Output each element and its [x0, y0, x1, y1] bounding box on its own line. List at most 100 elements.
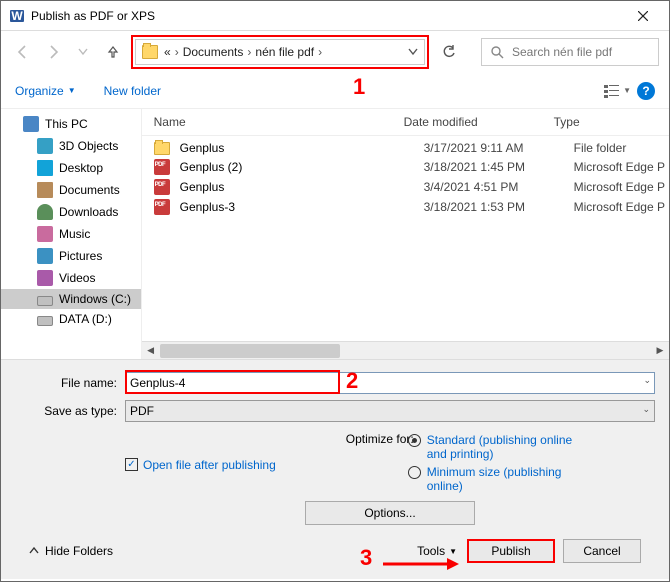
options-button[interactable]: Options... — [305, 501, 475, 525]
tree-label: Documents — [59, 183, 120, 197]
file-date: 3/17/2021 9:11 AM — [424, 141, 574, 155]
nav-tree[interactable]: This PC 3D Objects Desktop Documents Dow… — [1, 109, 142, 359]
title-bar: W Publish as PDF or XPS — [1, 1, 669, 31]
tree-item-desktop[interactable]: Desktop — [1, 157, 141, 179]
optimize-label: Optimize for: — [346, 432, 414, 446]
file-name: Genplus-3 — [180, 200, 424, 214]
col-date[interactable]: Date modified — [404, 115, 554, 129]
tree-item-d-drive[interactable]: DATA (D:) — [1, 309, 141, 329]
organize-label: Organize — [15, 84, 64, 98]
address-dropdown-icon[interactable] — [408, 45, 418, 59]
publish-button[interactable]: Publish — [467, 539, 555, 563]
file-list-area: Name Date modified Type Genplus3/17/2021… — [142, 109, 669, 359]
organize-button[interactable]: Organize ▼ — [15, 84, 76, 98]
file-row[interactable]: Genplus3/4/2021 4:51 PMMicrosoft Edge P — [142, 177, 669, 197]
dropdown-triangle-icon: ▼ — [449, 547, 457, 556]
tree-label: Downloads — [59, 205, 118, 219]
cancel-button[interactable]: Cancel — [563, 539, 641, 563]
refresh-button[interactable] — [435, 45, 463, 59]
downloads-icon — [37, 204, 53, 220]
hide-folders-label: Hide Folders — [45, 544, 113, 558]
tree-item-music[interactable]: Music — [1, 223, 141, 245]
hide-folders-button[interactable]: Hide Folders — [29, 544, 113, 558]
file-name: Genplus — [180, 180, 424, 194]
search-box[interactable]: Search nén file pdf — [481, 38, 659, 66]
col-name[interactable]: Name — [154, 115, 404, 129]
publish-label: Publish — [491, 544, 530, 558]
column-headers: Name Date modified Type — [142, 109, 669, 136]
tree-label: This PC — [45, 117, 88, 131]
annotation-3: 3 — [360, 545, 372, 571]
close-button[interactable] — [621, 2, 665, 30]
music-icon — [37, 226, 53, 242]
chevron-right-icon: › — [318, 45, 322, 59]
word-app-icon: W — [9, 8, 25, 24]
tree-label: Videos — [59, 271, 95, 285]
file-name: Genplus (2) — [180, 160, 424, 174]
horizontal-scrollbar[interactable]: ◀ ▶ — [142, 341, 669, 359]
tree-item-3d-objects[interactable]: 3D Objects — [1, 135, 141, 157]
back-button[interactable] — [11, 40, 35, 64]
help-button[interactable]: ? — [637, 82, 655, 100]
chevron-right-icon: › — [247, 45, 251, 59]
file-row[interactable]: Genplus (2)3/18/2021 1:45 PMMicrosoft Ed… — [142, 157, 669, 177]
radio-standard[interactable] — [408, 434, 421, 447]
tree-label: Desktop — [59, 161, 103, 175]
drive-icon — [37, 316, 53, 326]
tree-item-pictures[interactable]: Pictures — [1, 245, 141, 267]
radio-minimum[interactable] — [408, 466, 421, 479]
save-type-combo[interactable]: PDF ⌄ — [125, 400, 655, 422]
radio-minimum-label: Minimum size (publishing online) — [427, 465, 587, 493]
scroll-thumb[interactable] — [160, 344, 340, 358]
new-folder-button[interactable]: New folder — [104, 84, 161, 98]
view-dropdown-icon[interactable]: ▼ — [623, 86, 631, 95]
breadcrumb-documents[interactable]: Documents — [183, 45, 244, 59]
file-type: Microsoft Edge P — [574, 160, 665, 174]
tree-label: Music — [59, 227, 90, 241]
tree-item-downloads[interactable]: Downloads — [1, 201, 141, 223]
tree-label: Windows (C:) — [59, 292, 131, 306]
up-button[interactable] — [101, 40, 125, 64]
nav-bar: « › Documents › nén file pdf › Search né… — [1, 31, 669, 73]
view-options-button[interactable] — [601, 79, 625, 103]
checkbox-label: Open file after publishing — [143, 458, 276, 472]
search-placeholder: Search nén file pdf — [512, 45, 612, 59]
file-row[interactable]: Genplus-33/18/2021 1:53 PMMicrosoft Edge… — [142, 197, 669, 217]
annotation-2: 2 — [346, 368, 358, 394]
dropdown-icon: ⌄ — [642, 404, 650, 415]
tools-dropdown[interactable]: Tools ▼ — [417, 544, 457, 558]
address-bar[interactable]: « › Documents › nén file pdf › — [135, 39, 425, 65]
recent-dropdown[interactable] — [71, 40, 95, 64]
breadcrumb-root-chev[interactable]: « — [164, 45, 171, 59]
tree-item-this-pc[interactable]: This PC — [1, 113, 141, 135]
address-bar-highlight: « › Documents › nén file pdf › — [131, 35, 429, 69]
checkbox-icon: ✓ — [125, 458, 138, 471]
file-name-label: File name: — [15, 376, 125, 390]
options-button-label: Options... — [364, 506, 415, 520]
open-after-publish-checkbox[interactable]: ✓ Open file after publishing — [125, 432, 276, 497]
col-type[interactable]: Type — [554, 115, 665, 129]
save-type-value: PDF — [130, 404, 154, 418]
file-rows: Genplus3/17/2021 9:11 AMFile folder Genp… — [142, 136, 669, 341]
folder-icon — [154, 142, 170, 155]
file-date: 3/18/2021 1:45 PM — [424, 160, 574, 174]
window-title: Publish as PDF or XPS — [31, 9, 621, 23]
file-type: Microsoft Edge P — [574, 200, 665, 214]
pictures-icon — [37, 248, 53, 264]
save-type-label: Save as type: — [15, 404, 125, 418]
tree-item-c-drive[interactable]: Windows (C:) — [1, 289, 141, 309]
file-row[interactable]: Genplus3/17/2021 9:11 AMFile folder — [142, 138, 669, 157]
search-icon — [490, 45, 504, 59]
scroll-right-icon[interactable]: ▶ — [651, 345, 669, 356]
forward-button[interactable] — [41, 40, 65, 64]
body-area: This PC 3D Objects Desktop Documents Dow… — [1, 109, 669, 359]
tree-item-videos[interactable]: Videos — [1, 267, 141, 289]
scroll-left-icon[interactable]: ◀ — [142, 345, 160, 356]
pdf-icon — [154, 179, 170, 195]
dropdown-icon[interactable]: ⌄ — [643, 375, 651, 386]
pdf-icon — [154, 199, 170, 215]
drive-icon — [37, 296, 53, 306]
tree-item-documents[interactable]: Documents — [1, 179, 141, 201]
breadcrumb-folder[interactable]: nén file pdf — [255, 45, 314, 59]
file-name-input[interactable] — [125, 372, 655, 394]
